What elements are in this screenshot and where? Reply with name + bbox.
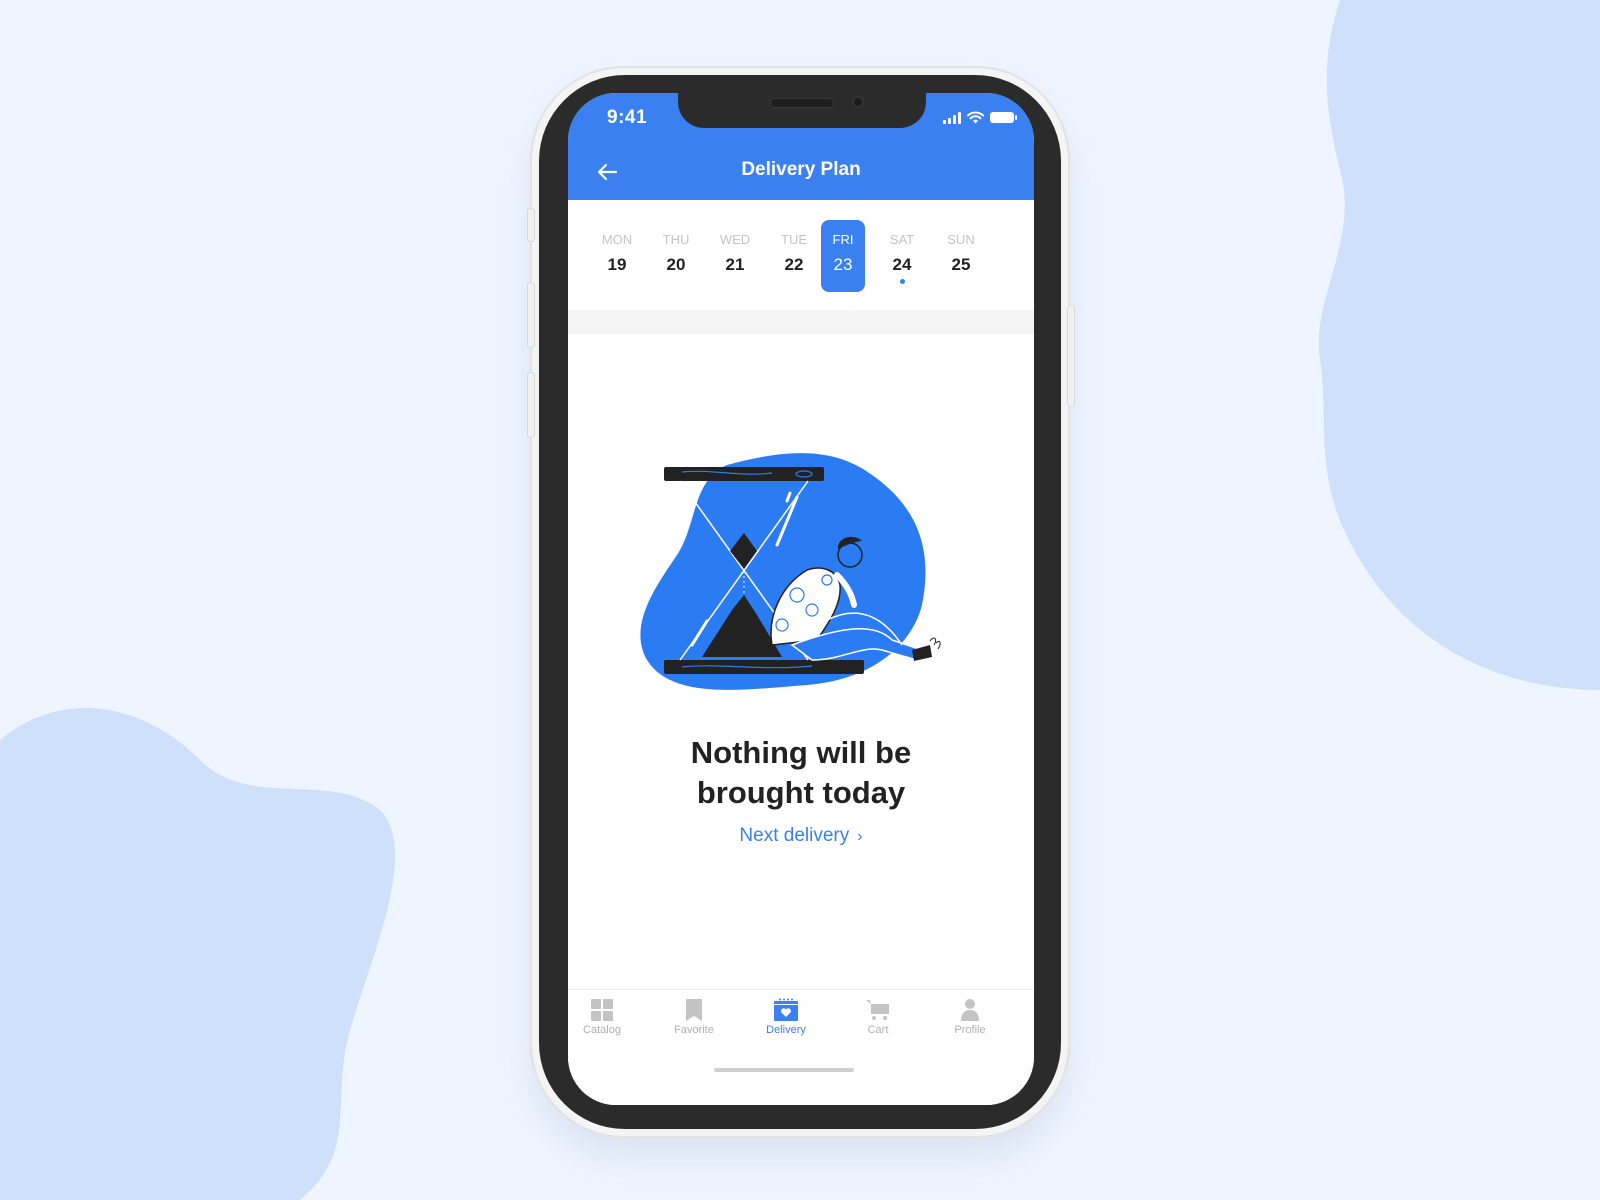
- phone-silent-switch: [527, 208, 535, 242]
- day-date: 21: [725, 255, 745, 274]
- next-delivery-label: Next delivery: [739, 825, 850, 846]
- app-screen: 9:41 Delivery Plan MON 19 THU 20 WED 21 …: [568, 93, 1034, 1105]
- tab-label: Delivery: [766, 1024, 806, 1036]
- section-divider: [568, 310, 1034, 334]
- speaker-grille: [770, 98, 834, 108]
- day-name: SUN: [947, 232, 975, 247]
- empty-state-title: Nothing will be brought today: [568, 733, 1034, 813]
- tab-label: Cart: [867, 1024, 889, 1036]
- tab-catalog[interactable]: Catalog: [568, 998, 642, 1036]
- week-date-picker: MON 19 THU 20 WED 21 TUE 22 FRI 23 SAT 2…: [568, 200, 1034, 310]
- background-blob-right: [1318, 0, 1600, 690]
- day-date: 24: [892, 255, 912, 274]
- wifi-icon: [967, 111, 984, 124]
- day-name: TUE: [781, 232, 807, 247]
- cart-icon: [866, 1000, 889, 1020]
- day-fri-23-selected[interactable]: FRI 23: [821, 220, 865, 292]
- day-tue-22[interactable]: TUE 22: [772, 220, 816, 292]
- bookmark-icon: [686, 999, 702, 1021]
- empty-state-title-line1: Nothing will be: [690, 735, 912, 770]
- day-sat-24[interactable]: SAT 24: [880, 220, 924, 292]
- day-date: 23: [833, 255, 853, 274]
- empty-state-title-line2: brought today: [696, 775, 906, 810]
- front-camera: [852, 96, 864, 108]
- battery-icon: [990, 112, 1017, 123]
- next-delivery-link[interactable]: Next delivery ›: [568, 825, 1034, 847]
- day-name: WED: [719, 232, 751, 247]
- cellular-signal-icon: [943, 111, 961, 124]
- calendar-heart-icon: [774, 998, 798, 1021]
- tab-label: Catalog: [583, 1024, 621, 1036]
- background-blob-left: [0, 707, 396, 1200]
- tab-cart[interactable]: Cart: [838, 998, 918, 1036]
- day-thu-20[interactable]: THU 20: [654, 220, 698, 292]
- day-sun-25[interactable]: SUN 25: [939, 220, 983, 292]
- chevron-right-icon: ›: [857, 828, 863, 845]
- day-name: FRI: [832, 232, 854, 247]
- day-date: 19: [607, 255, 627, 274]
- day-date: 25: [951, 255, 971, 274]
- delivery-indicator-dot: [899, 279, 905, 284]
- tab-delivery[interactable]: Delivery: [746, 998, 826, 1036]
- home-indicator[interactable]: [714, 1068, 854, 1072]
- grid-icon: [591, 999, 613, 1021]
- phone-notch: [678, 90, 926, 128]
- phone-volume-up-button: [527, 282, 535, 348]
- tab-label: Profile: [954, 1024, 986, 1036]
- tab-profile[interactable]: Profile: [930, 998, 1010, 1036]
- day-name: SAT: [889, 232, 915, 247]
- status-icons: [943, 111, 1017, 124]
- day-mon-19[interactable]: MON 19: [595, 220, 639, 292]
- day-name: MON: [601, 232, 633, 247]
- day-date: 22: [784, 255, 804, 274]
- phone-volume-down-button: [527, 372, 535, 438]
- status-time: 9:41: [607, 107, 648, 128]
- day-date: 20: [666, 255, 686, 274]
- page-title: Delivery Plan: [741, 159, 861, 180]
- tab-label: Favorite: [674, 1024, 714, 1036]
- bottom-tab-bar: Catalog Favorite Delivery Cart Profile: [568, 989, 1034, 1105]
- phone-power-button: [1067, 305, 1075, 407]
- hourglass-person-waiting-illustration: [640, 453, 941, 690]
- day-wed-21[interactable]: WED 21: [713, 220, 757, 292]
- day-name: THU: [662, 232, 690, 247]
- person-icon: [961, 999, 979, 1021]
- tab-favorite[interactable]: Favorite: [654, 998, 734, 1036]
